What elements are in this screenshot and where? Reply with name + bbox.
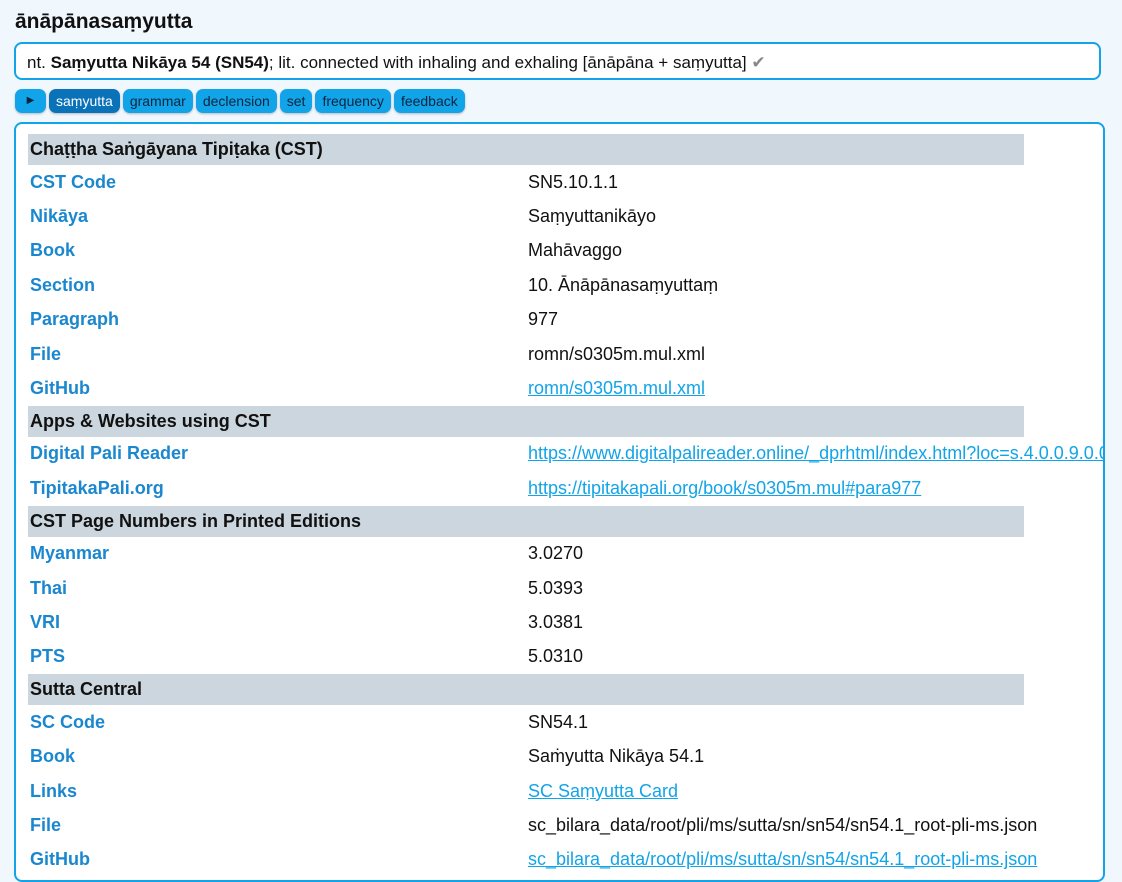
set-button[interactable]: set: [279, 89, 313, 113]
row-label: Nikāya: [30, 206, 89, 227]
row-label: Thai: [30, 577, 68, 598]
row-value: SN5.10.1.1: [528, 171, 619, 192]
section-header-apps: Apps & Websites using CST: [28, 405, 1024, 437]
table-row: GitHub romn/s0305m.mul.xml: [28, 371, 1024, 405]
table-row: VRI 3.0381: [28, 605, 1024, 639]
row-value: https://www.digitalpalireader.online/_dp…: [526, 437, 1103, 471]
row-label: PTS: [30, 646, 66, 667]
grammar-button[interactable]: grammar: [122, 89, 193, 113]
table-row: GitHub sc_bilara_data/root/pli/ms/sutta/…: [28, 843, 1037, 877]
row-value: 5.0310: [528, 646, 584, 667]
row-value: 5.0393: [528, 577, 584, 598]
table-row: CST Code SN5.10.1.1: [28, 165, 1024, 199]
section-header-cst: Chaṭṭha Saṅgāyana Tipiṭaka (CST): [28, 134, 1024, 165]
button-bar: ▶ saṃyutta grammar declension set freque…: [15, 89, 465, 113]
samyutta-panel: Chaṭṭha Saṅgāyana Tipiṭaka (CST) CST Cod…: [14, 122, 1105, 882]
row-value: 3.0381: [528, 611, 584, 632]
section-title: Chaṭṭha Saṅgāyana Tipiṭaka (CST): [28, 134, 1024, 165]
row-label: CST Code: [30, 171, 117, 192]
row-value: 10. Ānāpānasaṃyuttaṃ: [528, 274, 719, 295]
headword-title: ānāpānasaṃyutta: [15, 10, 193, 33]
declension-button[interactable]: declension: [195, 89, 277, 113]
frequency-button[interactable]: frequency: [315, 89, 391, 113]
table-row: SC Code SN54.1: [28, 705, 1024, 739]
row-label: TipitakaPali.org: [30, 477, 164, 498]
table-row: File romn/s0305m.mul.xml: [28, 337, 1024, 371]
row-label: Digital Pali Reader: [30, 443, 189, 464]
summary-pos: nt.: [27, 53, 46, 72]
row-value: SN54.1: [528, 711, 589, 732]
row-value: Saṁyutta Nikāya 54.1: [528, 746, 705, 767]
row-label: Paragraph: [30, 309, 120, 330]
table-row: Links SC Saṃyutta Card: [28, 774, 1024, 808]
table-row: Nikāya Saṃyuttanikāyo: [28, 199, 1024, 233]
row-value: sc_bilara_data/root/pli/ms/sutta/sn/sn54…: [528, 814, 1038, 835]
row-value: 3.0270: [528, 543, 584, 564]
row-label: VRI: [30, 611, 61, 632]
play-icon: ▶: [26, 95, 35, 106]
table-row: File sc_bilara_data/root/pli/ms/sutta/sn…: [28, 808, 1038, 842]
row-label: Myanmar: [30, 543, 110, 564]
row-value: SC Saṃyutta Card: [526, 774, 1024, 808]
check-icon: ✔: [751, 53, 766, 72]
row-label: File: [30, 814, 62, 835]
dpr-link[interactable]: https://www.digitalpalireader.online/_dp…: [528, 443, 1103, 463]
sc-github-link[interactable]: sc_bilara_data/root/pli/ms/sutta/sn/sn54…: [528, 849, 1037, 869]
row-value: 977: [528, 309, 559, 330]
table-row: Digital Pali Reader https://www.digitalp…: [28, 437, 1103, 471]
row-label: Book: [30, 240, 75, 261]
github-link[interactable]: romn/s0305m.mul.xml: [528, 378, 705, 398]
row-label: Links: [30, 780, 78, 801]
row-label: Section: [30, 274, 96, 295]
feedback-button[interactable]: feedback: [393, 89, 465, 113]
row-label: File: [30, 343, 62, 364]
section-title: Sutta Central: [28, 674, 1024, 706]
section-header-page-numbers: CST Page Numbers in Printed Editions: [28, 505, 1024, 537]
summary-literal: ; lit. connected with inhaling and exhal…: [268, 53, 747, 72]
tipitakapali-link[interactable]: https://tipitakapali.org/book/s0305m.mul…: [528, 478, 921, 498]
summary-meaning: Saṃyutta Nikāya 54 (SN54): [50, 53, 269, 72]
play-button[interactable]: ▶: [15, 89, 46, 113]
row-label: Book: [30, 746, 75, 767]
table-row: Thai 5.0393: [28, 571, 1024, 605]
samyutta-info-table: Chaṭṭha Saṅgāyana Tipiṭaka (CST) CST Cod…: [28, 134, 1103, 877]
row-value: romn/s0305m.mul.xml: [528, 343, 706, 364]
sc-card-link[interactable]: SC Saṃyutta Card: [528, 781, 678, 801]
table-row: Section 10. Ānāpānasaṃyuttaṃ: [28, 268, 1024, 302]
row-value: Saṃyuttanikāyo: [528, 206, 657, 227]
row-value: sc_bilara_data/root/pli/ms/sutta/sn/sn54…: [526, 843, 1037, 877]
section-header-sutta-central: Sutta Central: [28, 674, 1024, 706]
row-label: GitHub: [30, 378, 90, 399]
section-title: CST Page Numbers in Printed Editions: [28, 505, 1024, 537]
table-row: TipitakaPali.org https://tipitakapali.or…: [28, 471, 1024, 505]
table-row: Paragraph 977: [28, 303, 1024, 337]
table-row: PTS 5.0310: [28, 640, 1024, 674]
summary-box: nt. Saṃyutta Nikāya 54 (SN54); lit. conn…: [14, 42, 1101, 80]
row-value: https://tipitakapali.org/book/s0305m.mul…: [526, 471, 1024, 505]
samyutta-button[interactable]: saṃyutta: [49, 89, 120, 113]
section-title: Apps & Websites using CST: [28, 405, 1024, 437]
row-value: romn/s0305m.mul.xml: [526, 371, 1024, 405]
row-value: Mahāvaggo: [528, 240, 623, 261]
row-label: GitHub: [30, 849, 90, 870]
table-row: Myanmar 3.0270: [28, 537, 1024, 571]
table-row: Book Saṁyutta Nikāya 54.1: [28, 739, 1024, 773]
table-row: Book Mahāvaggo: [28, 234, 1024, 268]
row-label: SC Code: [30, 711, 106, 732]
